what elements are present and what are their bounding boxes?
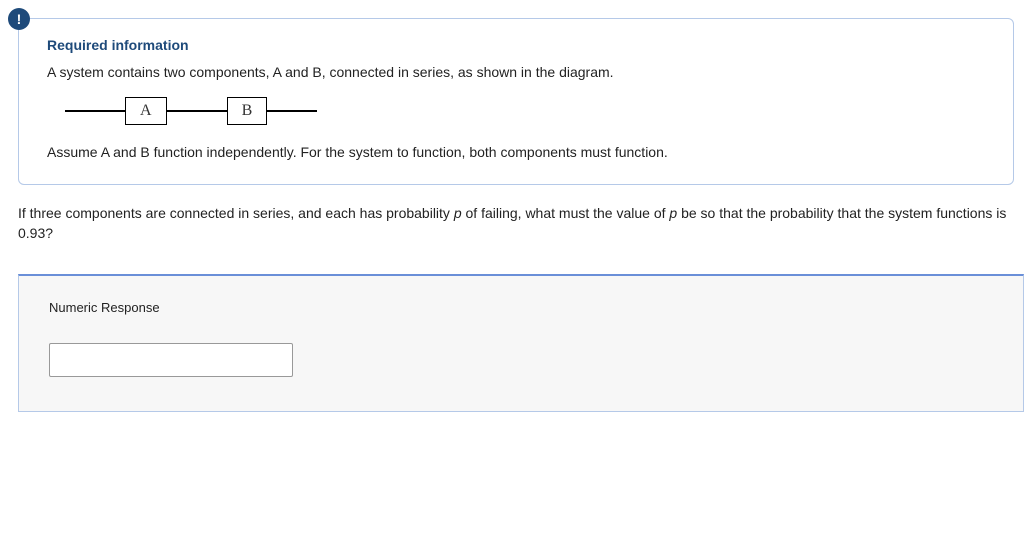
variable-p: p — [454, 205, 462, 221]
wire-segment — [167, 110, 227, 112]
wire-segment — [267, 110, 317, 112]
component-b-box: B — [227, 97, 268, 125]
numeric-response-label: Numeric Response — [49, 300, 993, 315]
info-description-1: A system contains two components, A and … — [47, 63, 985, 83]
info-badge-icon: ! — [8, 8, 30, 30]
series-diagram: A B — [65, 97, 985, 125]
component-a-box: A — [125, 97, 167, 125]
question-mid: of failing, what must the value of — [462, 205, 670, 221]
question-prefix: If three components are connected in ser… — [18, 205, 454, 221]
info-title: Required information — [47, 37, 985, 53]
info-description-2: Assume A and B function independently. F… — [47, 143, 985, 163]
numeric-response-input[interactable] — [49, 343, 293, 377]
question-text: If three components are connected in ser… — [18, 203, 1014, 244]
numeric-response-box: Numeric Response — [18, 274, 1024, 412]
wire-segment — [65, 110, 125, 112]
required-information-box: Required information A system contains t… — [18, 18, 1014, 185]
